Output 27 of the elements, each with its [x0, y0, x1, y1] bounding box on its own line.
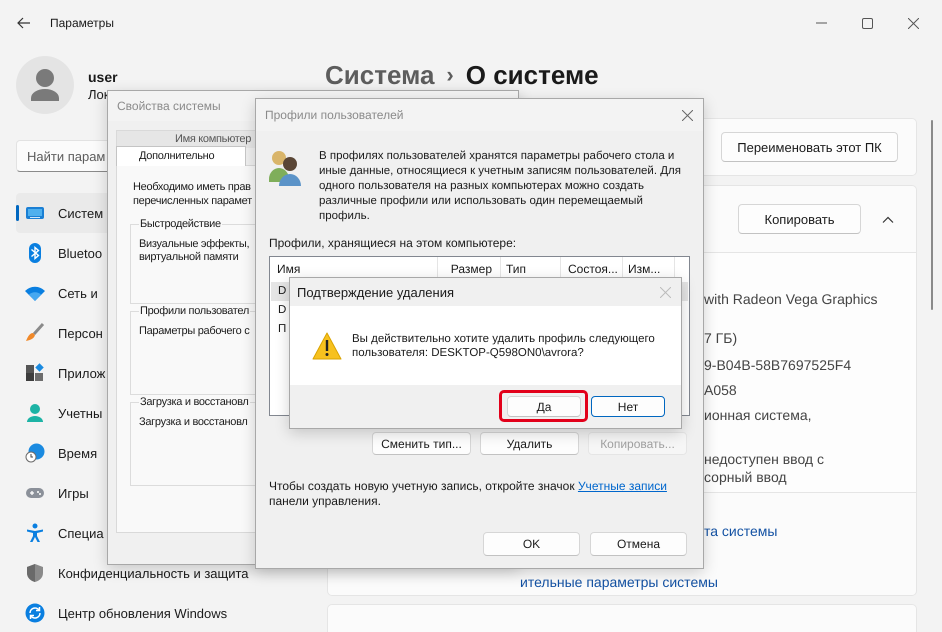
spec-value: сорный ввод	[704, 468, 787, 486]
page-title: О системе	[466, 60, 599, 90]
spec-value: with Radeon Vega Graphics	[704, 290, 878, 308]
group-title: Профили пользовател	[139, 305, 250, 317]
spec-value: A058	[704, 381, 737, 399]
group-text: Загрузка и восстановл	[139, 416, 248, 429]
group-title: Загрузка и восстановл	[139, 396, 250, 408]
user-name: user	[88, 68, 118, 84]
dialog-title: Свойства системы	[117, 99, 221, 113]
group-text: Визуальные эффекты,	[139, 238, 250, 251]
spec-value: ионная система,	[704, 406, 812, 424]
spec-value: 7 ГБ)	[704, 329, 738, 347]
group-title: Быстродействие	[139, 218, 222, 230]
message-text: Вы действительно хотите удалить профиль следующего пользователя: DESKTOP-Q598ON0\avrora?	[352, 332, 656, 360]
list-label: Профили, хранящиеся на этом компьютере:	[269, 236, 518, 250]
breadcrumb-separator: ›	[446, 62, 454, 88]
description-line: перечисленных парамет	[133, 194, 252, 208]
description-line: Необходимо иметь прав	[133, 180, 251, 194]
note-text: Чтобы создать новую учетную запись, откройте значок Учетные записи панели управления.	[269, 479, 668, 509]
description-text: В профилях пользователей хранятся параметры рабочего стола и иные данные, относящиеся к учетным записям пользователей. Для одного пользователя на разных компьютерах можно создать различные профили или использовать один перемещаемый профиль.	[319, 149, 682, 224]
dialog-title: Подтверждение удаления	[297, 284, 454, 300]
group-text: виртуальной памяти	[139, 251, 238, 264]
spec-value: недоступен ввод с	[704, 450, 824, 468]
window-title: Параметры	[50, 16, 114, 30]
group-text: Параметры рабочего с	[139, 325, 250, 338]
spec-value: 9-B04B-58B7697525F4	[704, 356, 852, 374]
dialog-title: Профили пользователей	[265, 108, 404, 122]
